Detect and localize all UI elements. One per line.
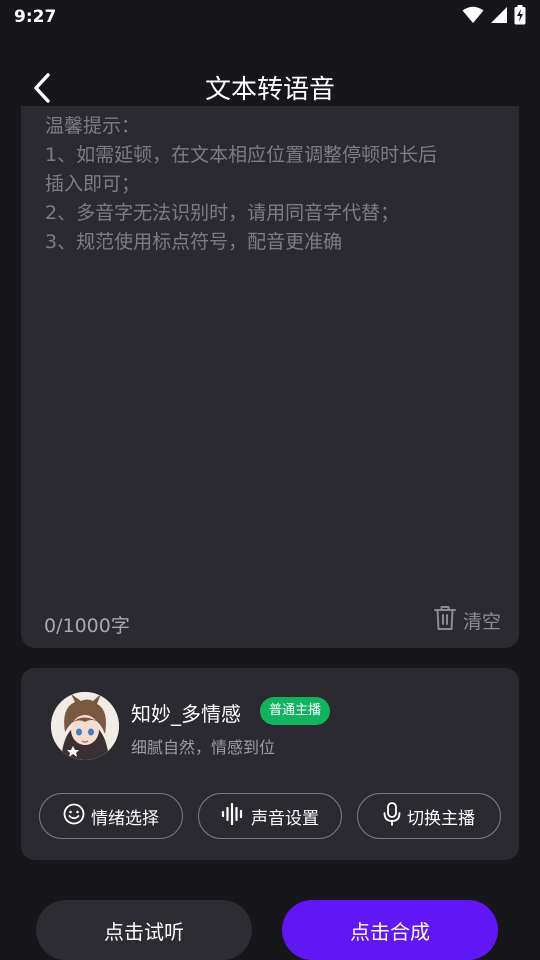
signal-icon bbox=[490, 6, 508, 28]
clear-label: 清空 bbox=[462, 611, 501, 633]
text-input-card: 温馨提示： 1、如需延顿，在文本相应位置调整停顿时长后 插入即可； 2、多音字无… bbox=[21, 106, 519, 648]
text-input[interactable] bbox=[45, 114, 495, 554]
avatar[interactable] bbox=[51, 692, 119, 760]
voice-badge: 普通主播 bbox=[260, 697, 331, 725]
voice-actions: 情绪选择 声音设置 切换主播 bbox=[39, 793, 501, 839]
listen-button[interactable]: 点击试听 bbox=[36, 900, 252, 960]
emotion-select-label: 情绪选择 bbox=[91, 808, 159, 829]
voice-settings-label: 声音设置 bbox=[251, 808, 319, 829]
clear-button[interactable]: 清空 bbox=[433, 605, 501, 636]
battery-charging-icon bbox=[514, 5, 526, 29]
synthesize-button[interactable]: 点击合成 bbox=[282, 900, 498, 960]
switch-anchor-label: 切换主播 bbox=[407, 808, 475, 829]
page-title: 文本转语音 bbox=[204, 75, 335, 105]
emotion-select-button[interactable]: 情绪选择 bbox=[39, 793, 183, 839]
voice-description: 细腻自然，情感到位 bbox=[131, 738, 276, 757]
status-bar: 9:27 bbox=[0, 0, 540, 34]
wifi-icon bbox=[462, 6, 484, 28]
voice-card: 知妙_多情感 普通主播 细腻自然，情感到位 情绪选择 声音设置 切换主播 bbox=[21, 668, 519, 860]
waveform-icon bbox=[221, 802, 245, 830]
voice-settings-button[interactable]: 声音设置 bbox=[198, 793, 342, 839]
voice-name: 知妙_多情感 bbox=[131, 702, 241, 726]
char-counter: 0/1000字 bbox=[44, 615, 130, 637]
switch-anchor-button[interactable]: 切换主播 bbox=[357, 793, 501, 839]
status-time: 9:27 bbox=[14, 7, 57, 27]
trash-icon bbox=[433, 605, 457, 636]
smiley-icon bbox=[63, 803, 85, 830]
microphone-icon bbox=[383, 801, 401, 831]
status-icons bbox=[462, 5, 526, 29]
